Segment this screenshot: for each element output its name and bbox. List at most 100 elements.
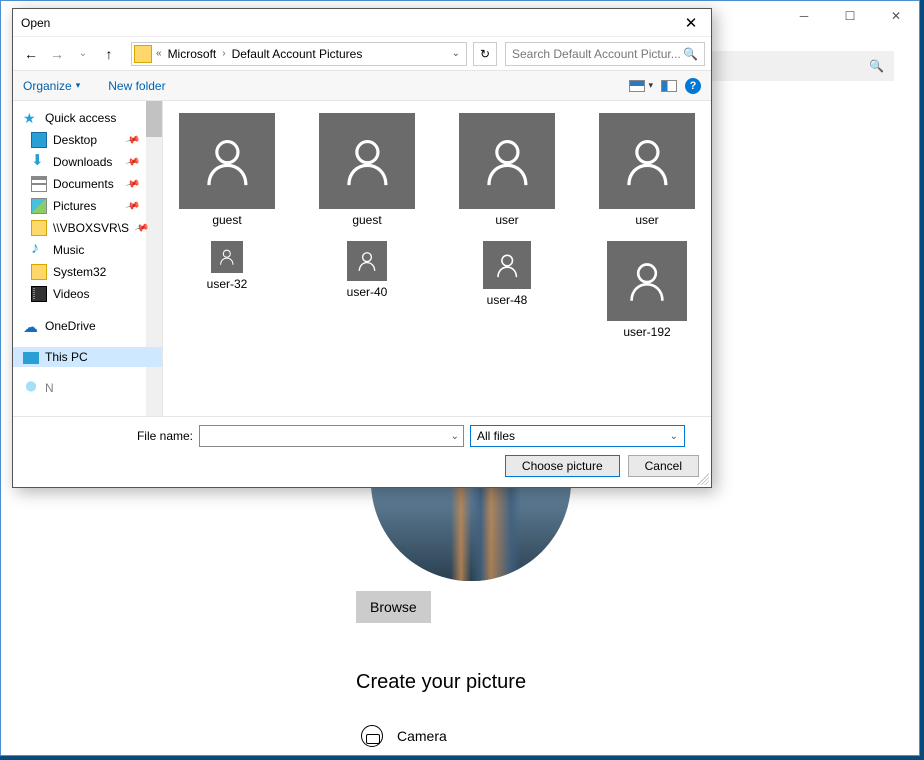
dialog-footer: File name: ⌄ All files ⌄ Choose picture … <box>13 416 711 487</box>
network-icon <box>23 380 39 396</box>
videos-icon <box>31 286 47 302</box>
tree-label: \\VBOXSVR\S <box>53 221 129 235</box>
desktop-icon <box>31 132 47 148</box>
search-icon: 🔍 <box>869 59 884 73</box>
chevron-down-icon: ▾ <box>76 80 81 91</box>
file-thumb[interactable]: user-40 <box>307 237 427 343</box>
tree-network[interactable]: N <box>13 377 162 399</box>
refresh-button[interactable]: ↻ <box>473 42 497 66</box>
file-label: guest <box>352 213 381 227</box>
maximize-button[interactable]: ☐ <box>827 1 873 31</box>
tree-pictures[interactable]: Pictures 📌 <box>13 195 162 217</box>
tree-label: OneDrive <box>45 319 96 333</box>
dialog-title: Open <box>21 16 50 30</box>
tree-label: Documents <box>53 177 114 191</box>
chevron-down-icon[interactable]: ⌄ <box>451 431 459 442</box>
organize-menu[interactable]: Organize ▾ <box>23 79 80 93</box>
file-label: user <box>635 213 658 227</box>
tree-this-pc[interactable]: This PC <box>13 347 162 367</box>
breadcrumb-default-pictures[interactable]: Default Account Pictures <box>228 47 367 61</box>
view-mode-button[interactable]: ▾ <box>629 80 653 92</box>
resize-grip[interactable] <box>697 473 709 485</box>
cancel-button[interactable]: Cancel <box>628 455 699 477</box>
filename-input[interactable]: ⌄ <box>199 425 464 447</box>
camera-icon <box>361 725 383 747</box>
pin-icon: 📌 <box>124 132 140 148</box>
nav-history-button[interactable]: ⌄ <box>71 42 95 66</box>
nav-up-button[interactable]: ↑ <box>97 42 121 66</box>
user-avatar-icon <box>179 113 275 209</box>
choose-picture-button[interactable]: Choose picture <box>505 455 620 477</box>
file-thumb[interactable]: user-48 <box>447 237 567 343</box>
tree-label: Downloads <box>53 155 112 169</box>
tree-label: This PC <box>45 350 88 364</box>
tree-label: System32 <box>53 265 106 279</box>
preview-pane-button[interactable] <box>661 80 677 92</box>
nav-back-button[interactable]: ← <box>19 42 43 66</box>
tree-quick-access[interactable]: ★ Quick access <box>13 107 162 129</box>
pin-icon: 📌 <box>124 176 140 192</box>
tree-onedrive[interactable]: ☁ OneDrive <box>13 315 162 337</box>
close-bg-button[interactable]: ✕ <box>873 1 919 31</box>
tree-vboxsvr[interactable]: \\VBOXSVR\S 📌 <box>13 217 162 239</box>
file-type-filter[interactable]: All files ⌄ <box>470 425 685 447</box>
music-icon: ♪ <box>31 242 47 258</box>
file-label: user <box>495 213 518 227</box>
tree-music[interactable]: ♪ Music <box>13 239 162 261</box>
file-thumb[interactable]: user <box>447 109 567 231</box>
file-thumb[interactable]: user <box>587 109 707 231</box>
tree-system32[interactable]: System32 <box>13 261 162 283</box>
search-box[interactable]: Search Default Account Pictur... 🔍 <box>505 42 705 66</box>
chevron-down-icon: ▾ <box>648 80 653 91</box>
filter-label: All files <box>477 429 515 443</box>
user-avatar-icon <box>347 241 387 281</box>
browse-button[interactable]: Browse <box>356 591 431 623</box>
pin-icon: 📌 <box>124 154 140 170</box>
file-thumb[interactable]: user-192 <box>587 237 707 343</box>
file-label: user-192 <box>623 325 670 339</box>
tree-label: Music <box>53 243 84 257</box>
file-label: guest <box>212 213 241 227</box>
address-bar[interactable]: « Microsoft › Default Account Pictures ⌄ <box>131 42 467 66</box>
chevron-right-icon: › <box>220 48 227 59</box>
chevron-down-icon: ⌄ <box>670 431 678 442</box>
minimize-button[interactable]: ─ <box>781 1 827 31</box>
pin-icon: 📌 <box>133 220 149 236</box>
file-thumb[interactable]: guest <box>307 109 427 231</box>
dialog-toolbar: Organize ▾ New folder ▾ ? <box>13 71 711 101</box>
tree-label: Desktop <box>53 133 97 147</box>
tree-desktop[interactable]: Desktop 📌 <box>13 129 162 151</box>
folder-icon <box>31 220 47 236</box>
pin-icon: 📌 <box>124 198 140 214</box>
pictures-icon <box>31 198 47 214</box>
tree-downloads[interactable]: ⬇ Downloads 📌 <box>13 151 162 173</box>
open-dialog: Open ✕ ← → ⌄ ↑ « Microsoft › Default Acc… <box>12 8 712 488</box>
pc-icon <box>23 352 39 364</box>
file-label: user-32 <box>207 277 248 291</box>
downloads-icon: ⬇ <box>31 154 47 170</box>
bg-search-box[interactable]: 🔍 <box>704 51 894 81</box>
user-avatar-icon <box>607 241 687 321</box>
chevron-down-icon[interactable]: ⌄ <box>446 48 466 59</box>
tree-videos[interactable]: Videos <box>13 283 162 305</box>
tree-label: Videos <box>53 287 89 301</box>
dialog-close-button[interactable]: ✕ <box>671 9 711 37</box>
tree-label: Pictures <box>53 199 96 213</box>
nav-forward-button[interactable]: → <box>45 42 69 66</box>
nav-tree: ★ Quick access Desktop 📌 ⬇ Downloads 📌 D… <box>13 101 163 416</box>
user-avatar-icon <box>459 113 555 209</box>
help-button[interactable]: ? <box>685 78 701 94</box>
file-area[interactable]: guest guest user user user-32 user-40 user-48 u… <box>163 101 711 416</box>
file-label: user-48 <box>487 293 528 307</box>
camera-row[interactable]: Camera <box>361 725 447 747</box>
view-icon <box>629 80 645 92</box>
tree-label: Quick access <box>45 111 116 125</box>
file-thumb[interactable]: user-32 <box>167 237 287 343</box>
file-thumb[interactable]: guest <box>167 109 287 231</box>
dialog-titlebar: Open ✕ <box>13 9 711 37</box>
onedrive-icon: ☁ <box>23 318 39 334</box>
documents-icon <box>31 176 47 192</box>
breadcrumb-microsoft[interactable]: Microsoft <box>164 47 221 61</box>
tree-documents[interactable]: Documents 📌 <box>13 173 162 195</box>
new-folder-button[interactable]: New folder <box>108 79 165 93</box>
